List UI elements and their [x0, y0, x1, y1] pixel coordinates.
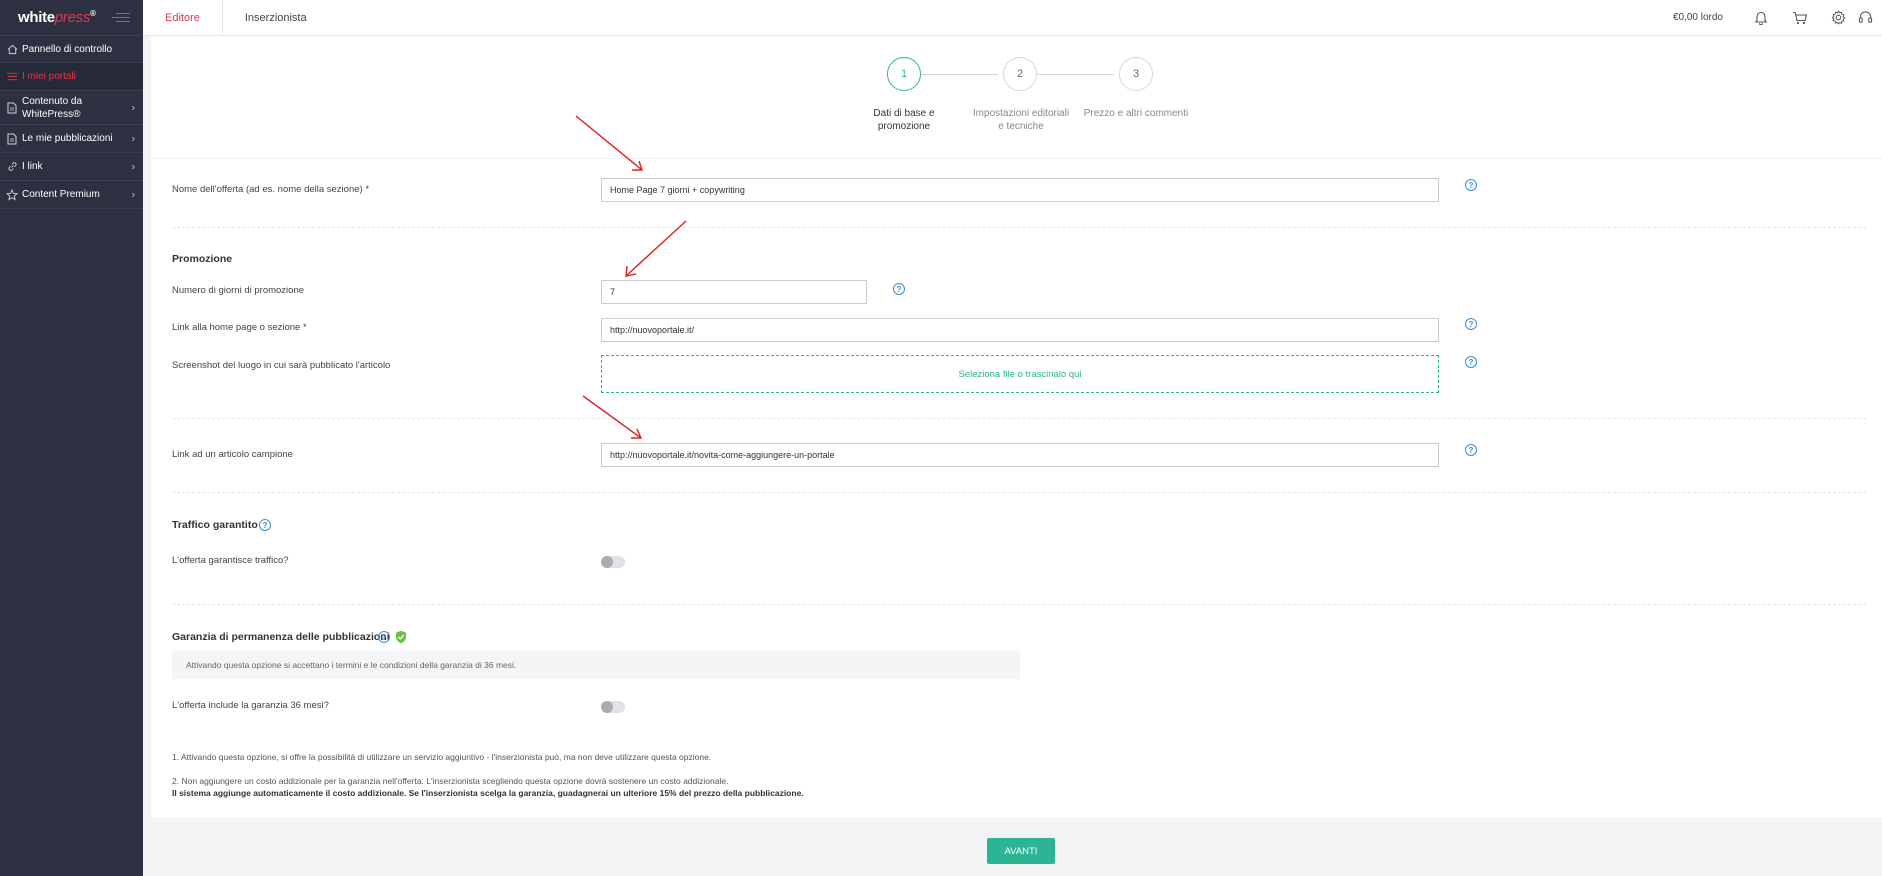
- main-panel: 1 2 3 Dati di base e promozione Impostaz…: [151, 36, 1882, 876]
- traffic-section-title: Traffico garantito: [172, 519, 258, 531]
- screenshot-dropzone[interactable]: Seleziona file o trascinalo qui: [601, 355, 1439, 393]
- sidebar: whitepress® Pannello di controllo I miei…: [0, 0, 143, 876]
- menu-toggle-icon[interactable]: [111, 13, 130, 22]
- logo-row: whitepress®: [0, 0, 143, 36]
- sample-link-label: Link ad un articolo campione: [172, 449, 293, 460]
- step-1-circle[interactable]: 1: [887, 57, 921, 91]
- annotation-arrow: [582, 395, 643, 439]
- divider: [151, 158, 1882, 159]
- tab-inserzionista[interactable]: Inserzionista: [223, 0, 329, 36]
- sidebar-item-label: I link: [22, 161, 43, 172]
- whitepress-logo[interactable]: whitepress®: [18, 9, 96, 26]
- chevron-right-icon: ›: [131, 161, 135, 172]
- help-icon[interactable]: ?: [893, 283, 905, 295]
- offer-name-input[interactable]: Home Page 7 giorni + copywriting: [601, 178, 1439, 202]
- step-2-circle[interactable]: 2: [1003, 57, 1037, 91]
- home-link-input[interactable]: http://nuovoportale.it/: [601, 318, 1439, 342]
- promo-days-label: Numero di giorni di promozione: [172, 285, 305, 296]
- divider: [172, 418, 1866, 419]
- offer-name-label: Nome dell'offerta (ad es. nome della sez…: [172, 184, 370, 195]
- sidebar-item-label: Pannello di controllo: [22, 43, 113, 55]
- sidebar-item-content-premium[interactable]: Content Premium ›: [0, 181, 143, 209]
- topbar: Editore Inserzionista €0,00 lordo: [143, 0, 1882, 36]
- guarantee-toggle[interactable]: [601, 701, 625, 713]
- chevron-right-icon: ›: [131, 133, 135, 144]
- star-icon: [6, 188, 18, 201]
- shield-check-icon: [395, 630, 407, 647]
- promo-days-input[interactable]: 7: [601, 280, 867, 304]
- next-button[interactable]: AVANTI: [987, 838, 1055, 864]
- sidebar-item-my-publications[interactable]: Le mie pubblicazioni ›: [0, 125, 143, 153]
- list-icon: [6, 71, 18, 83]
- annotation-arrow: [625, 220, 687, 277]
- sample-link-input[interactable]: http://nuovoportale.it/novita-come-aggiu…: [601, 443, 1439, 467]
- sidebar-item-whitepress-content[interactable]: Contenuto da WhitePress® ›: [0, 91, 143, 125]
- sidebar-item-label: Contenuto da WhitePress®: [22, 95, 83, 120]
- sidebar-item-links[interactable]: I link ›: [0, 153, 143, 181]
- document-icon: [6, 102, 18, 114]
- divider: [172, 492, 1866, 493]
- tab-editore[interactable]: Editore: [143, 0, 223, 36]
- divider: [172, 604, 1866, 605]
- chevron-right-icon: ›: [131, 189, 135, 200]
- gear-icon[interactable]: [1819, 0, 1858, 36]
- topbar-right: €0,00 lordo: [1673, 0, 1882, 36]
- headset-icon[interactable]: [1858, 0, 1882, 36]
- chevron-right-icon: ›: [131, 102, 135, 113]
- stepper: 1 2 3 Dati di base e promozione Impostaz…: [151, 57, 1882, 177]
- divider: [172, 227, 1866, 228]
- help-icon[interactable]: ?: [1465, 356, 1477, 368]
- traffic-label: L'offerta garantisce traffico?: [172, 555, 289, 566]
- link-icon: [6, 161, 18, 173]
- footnote-1: 1. Attivando questa opzione, si offre la…: [172, 752, 712, 762]
- document-icon: [6, 133, 18, 145]
- footnote-3: Il sistema aggiunge automaticamente il c…: [172, 788, 804, 798]
- footnote-2: 2. Non aggiungere un costo addizionale p…: [172, 776, 729, 786]
- step-3-circle[interactable]: 3: [1119, 57, 1153, 91]
- traffic-toggle[interactable]: [601, 556, 625, 568]
- sidebar-item-label: I miei portali: [22, 71, 76, 82]
- sidebar-item-label: Le mie pubblicazioni: [22, 133, 113, 144]
- cart-icon[interactable]: [1780, 0, 1819, 36]
- help-icon[interactable]: ?: [1465, 179, 1477, 191]
- sidebar-item-my-portals[interactable]: I miei portali: [0, 63, 143, 91]
- bell-icon[interactable]: [1741, 0, 1780, 36]
- home-link-label: Link alla home page o sezione *: [172, 322, 307, 333]
- help-icon[interactable]: ?: [1465, 444, 1477, 456]
- step-1-label: Dati di base e promozione: [873, 108, 935, 132]
- step-2-label: Impostazioni editoriali e tecniche: [972, 108, 1070, 132]
- help-icon[interactable]: ?: [378, 631, 390, 643]
- promo-section-title: Promozione: [172, 253, 233, 265]
- balance-amount[interactable]: €0,00 lordo: [1673, 12, 1723, 23]
- step-3-label: Prezzo e altri commenti: [1083, 108, 1189, 119]
- screenshot-label: Screenshot del luogo in cui sarà pubblic…: [172, 360, 391, 371]
- sidebar-item-label: Content Premium: [22, 189, 100, 200]
- help-icon[interactable]: ?: [259, 519, 271, 531]
- sidebar-item-dashboard[interactable]: Pannello di controllo: [0, 36, 143, 63]
- guarantee-label: L'offerta include la garanzia 36 mesi?: [172, 700, 329, 711]
- help-icon[interactable]: ?: [1465, 318, 1477, 330]
- home-icon: [6, 43, 18, 55]
- guarantee-info-box: Attivando questa opzione si accettano i …: [172, 651, 1020, 679]
- guarantee-section-title: Garanzia di permanenza delle pubblicazio…: [172, 631, 390, 643]
